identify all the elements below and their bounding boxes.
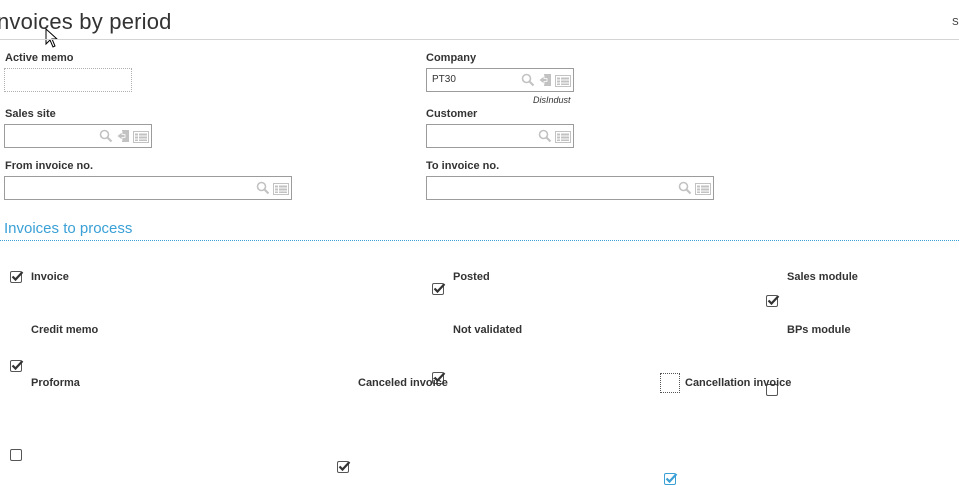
- check-icon: [11, 360, 24, 371]
- sales-module-checkbox[interactable]: [766, 295, 780, 307]
- credit-memo-checkbox-label: Credit memo: [31, 324, 99, 336]
- list-icon[interactable]: [695, 182, 711, 200]
- invoice-checkbox[interactable]: [10, 271, 24, 283]
- lookup-icon[interactable]: [538, 73, 552, 92]
- company-field[interactable]: PT30: [426, 68, 574, 92]
- check-icon: [11, 271, 24, 282]
- bps-module-checkbox-label: BPs module: [787, 324, 851, 336]
- list-icon[interactable]: [555, 130, 571, 148]
- to-invoice-field[interactable]: [426, 176, 714, 200]
- company-value: PT30: [432, 74, 456, 85]
- customer-label: Customer: [426, 108, 478, 120]
- proforma-checkbox[interactable]: [10, 449, 22, 461]
- list-icon[interactable]: [273, 182, 289, 200]
- active-memo-label: Active memo: [5, 52, 74, 64]
- cancellation-invoice-checkbox[interactable]: [664, 473, 678, 485]
- search-icon[interactable]: [99, 129, 113, 148]
- header-corner-text: S: [952, 17, 959, 28]
- from-invoice-label: From invoice no.: [5, 160, 94, 172]
- lookup-icon[interactable]: [116, 129, 130, 148]
- credit-memo-checkbox[interactable]: [10, 360, 24, 372]
- not-validated-checkbox-label: Not validated: [453, 324, 523, 336]
- proforma-checkbox-label: Proforma: [31, 377, 80, 389]
- page-title: nvoices by period: [0, 9, 172, 34]
- search-icon[interactable]: [521, 73, 535, 92]
- mouse-cursor-icon: [45, 27, 59, 53]
- posted-checkbox[interactable]: [432, 283, 446, 295]
- search-icon[interactable]: [256, 181, 270, 200]
- sales-module-checkbox-label: Sales module: [787, 271, 858, 283]
- from-invoice-field[interactable]: [4, 176, 292, 200]
- check-icon: [433, 283, 446, 294]
- search-icon[interactable]: [538, 129, 552, 148]
- canceled-invoice-checkbox[interactable]: [337, 461, 351, 473]
- cancellation-invoice-focus-ring: [660, 373, 680, 393]
- check-icon: [767, 295, 780, 306]
- sales-site-label: Sales site: [5, 108, 56, 120]
- customer-field[interactable]: [426, 124, 574, 148]
- list-icon[interactable]: [555, 74, 571, 92]
- invoice-checkbox-label: Invoice: [31, 271, 69, 283]
- search-icon[interactable]: [678, 181, 692, 200]
- posted-checkbox-label: Posted: [453, 271, 490, 283]
- canceled-invoice-checkbox-label: Canceled invoice: [358, 377, 448, 389]
- company-label: Company: [426, 52, 477, 64]
- sales-site-field[interactable]: [4, 124, 152, 148]
- title-divider: [0, 39, 959, 40]
- cancellation-invoice-checkbox-label: Cancellation invoice: [685, 377, 792, 389]
- section-title: Invoices to process: [4, 220, 133, 237]
- check-icon: [338, 461, 351, 472]
- check-icon: [665, 473, 678, 484]
- to-invoice-label: To invoice no.: [426, 160, 500, 172]
- company-description: DisIndust: [533, 95, 571, 105]
- list-icon[interactable]: [133, 130, 149, 148]
- section-divider: [0, 240, 959, 241]
- active-memo-field[interactable]: [4, 68, 132, 92]
